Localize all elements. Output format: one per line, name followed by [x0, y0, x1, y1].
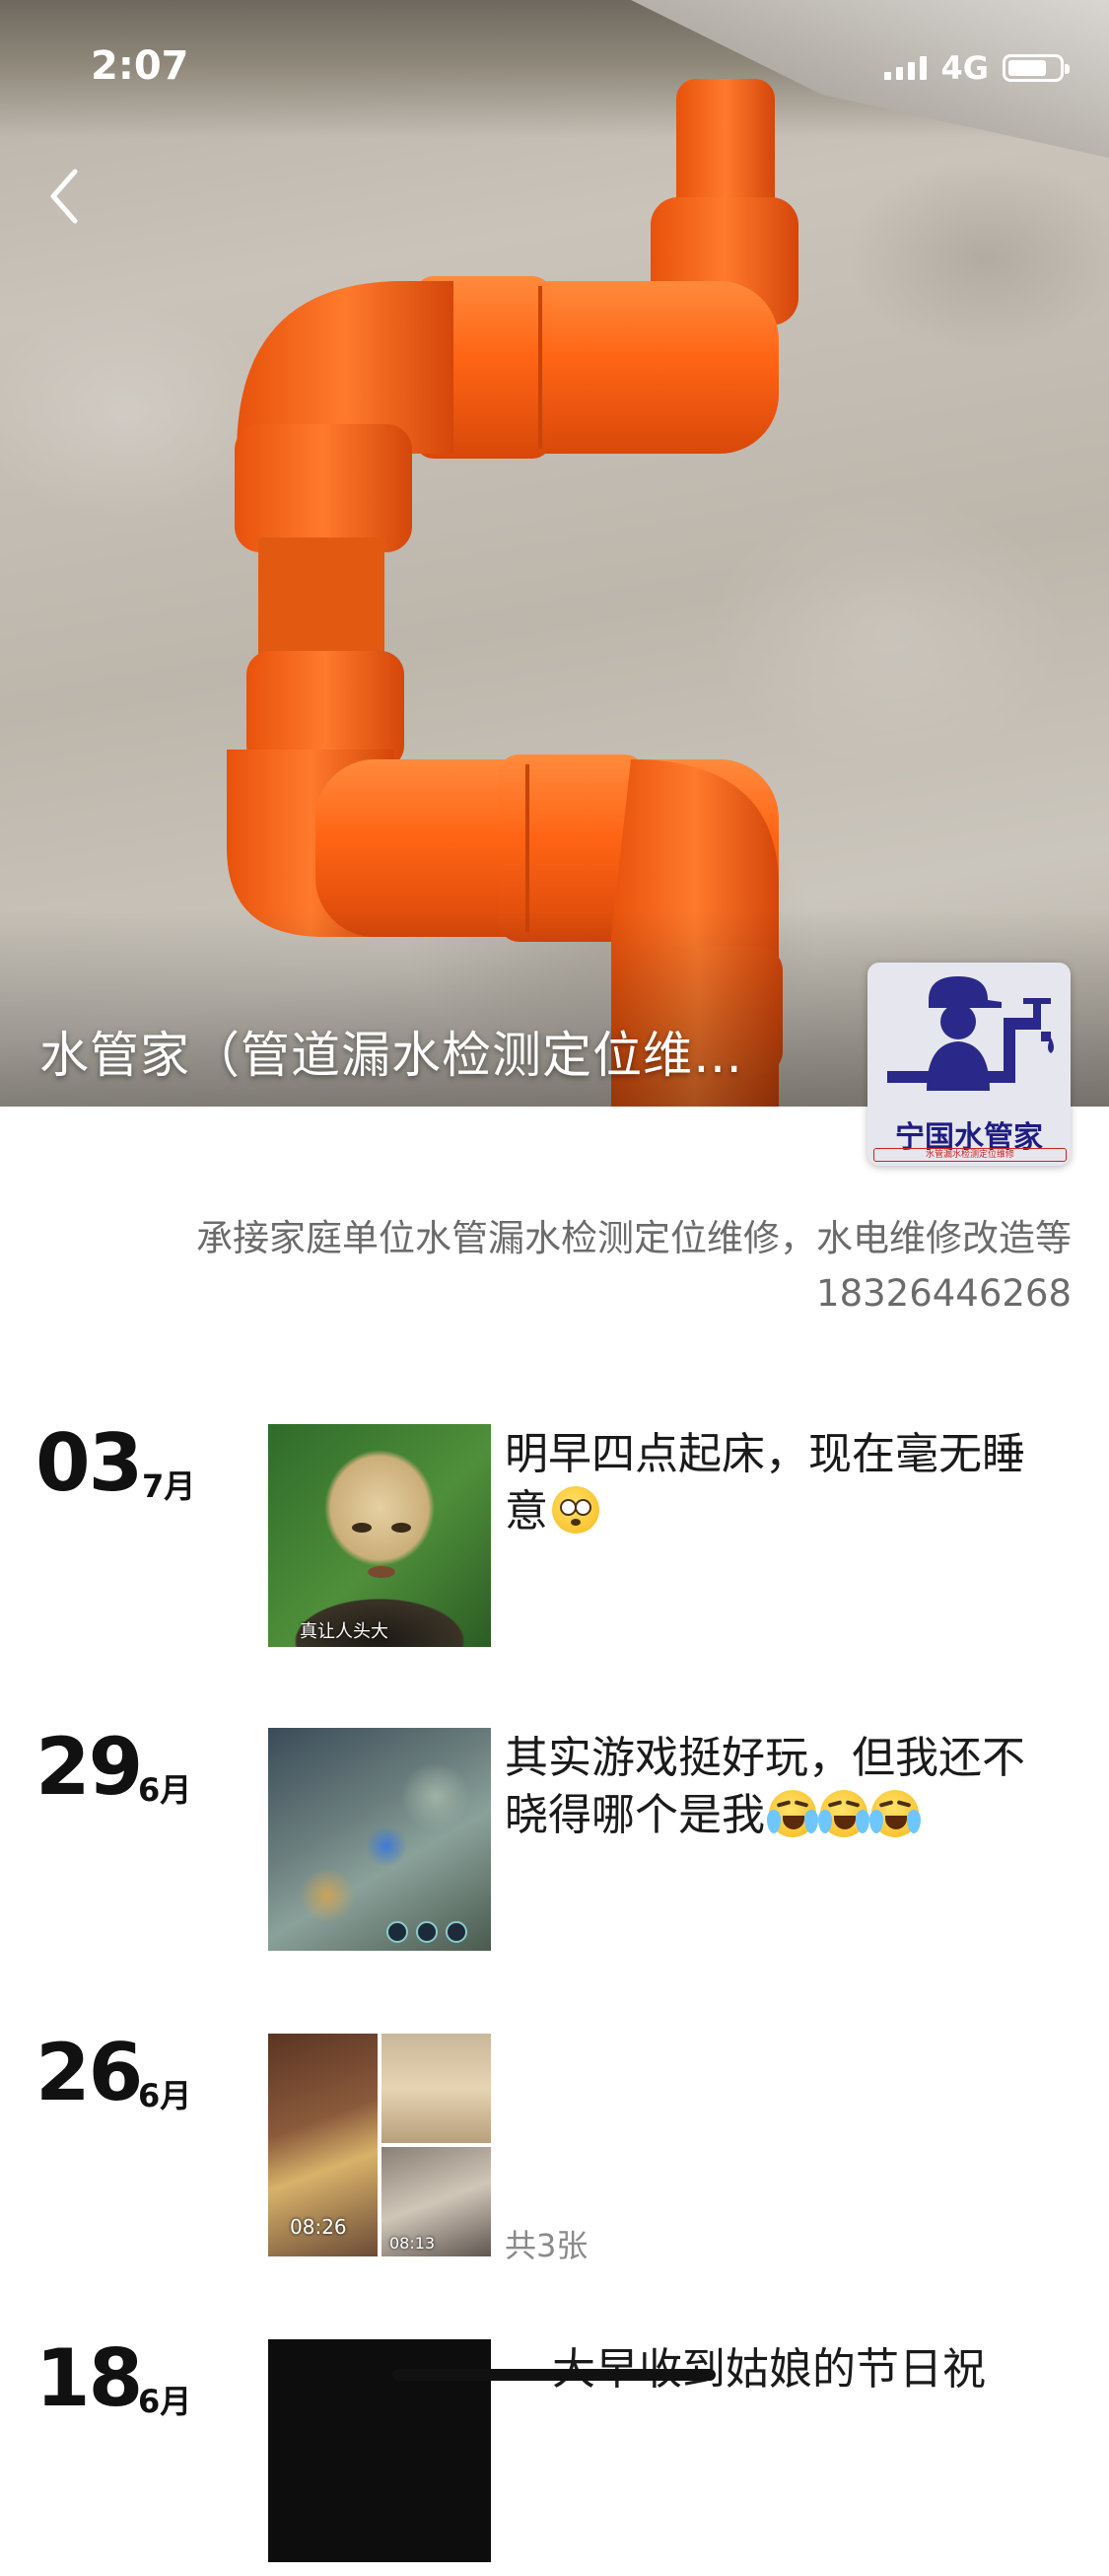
battery-icon [1003, 54, 1070, 82]
cellular-signal-icon [884, 56, 928, 80]
grid-photo[interactable] [381, 2034, 491, 2143]
post-day: 26 [35, 2027, 143, 2118]
grid-photo[interactable]: 08:13 [381, 2147, 491, 2256]
game-hud [386, 1921, 485, 1943]
thumbnail-caption: 真让人头大 [300, 1621, 388, 1642]
moment-post[interactable]: 29 6月 其实游戏挺好玩，但我还不晓得哪个是我 [0, 1728, 1109, 1965]
post-day: 29 [35, 1721, 143, 1813]
network-type: 4G [940, 49, 989, 87]
plumber-logo-icon [887, 976, 1054, 1091]
post-month: 6月 [138, 1771, 192, 1809]
status-time: 2:07 [91, 43, 189, 89]
chevron-left-icon[interactable] [41, 162, 91, 231]
post-month: 7月 [142, 1467, 196, 1505]
post-day: 18 [35, 2332, 143, 2424]
post-thumbnail[interactable]: 真让人头大 [268, 1424, 491, 1647]
moment-post[interactable]: 26 6月 08:26 08:13 共3张 [0, 2034, 1109, 2270]
profile-title: 水管家（管道漏水检测定位维… [39, 1027, 743, 1084]
crying-laughing-emoji-icon [818, 1790, 869, 1837]
post-text-content: 其实游戏挺好玩，但我还不晓得哪个是我 [505, 1733, 1025, 1840]
profile-bio: 承接家庭单位水管漏水检测定位维修，水电维修改造等 18326446268 [27, 1211, 1072, 1322]
grid-photo[interactable]: 08:26 [268, 2034, 378, 2256]
crying-laughing-emoji-icon [767, 1790, 818, 1837]
bio-phone: 18326446268 [816, 1272, 1072, 1315]
flushed-emoji-icon [552, 1486, 599, 1534]
status-indicators: 4G [884, 49, 1070, 87]
post-text: 明早四点起床，现在毫无睡意 [505, 1426, 1057, 1540]
photo-count: 共3张 [505, 2227, 589, 2264]
crying-laughing-emoji-icon [869, 1790, 921, 1837]
bio-description: 承接家庭单位水管漏水检测定位维修，水电维修改造等 [196, 1217, 1072, 1259]
post-month: 6月 [138, 2077, 192, 2114]
post-thumbnail[interactable] [268, 1728, 491, 1951]
post-photo-grid[interactable]: 08:26 08:13 [268, 2034, 491, 2256]
avatar-tagline: 水管漏水检测定位维修 [873, 1148, 1067, 1162]
cover-image[interactable] [0, 0, 1109, 1107]
post-day: 03 [35, 1417, 143, 1509]
home-indicator[interactable] [392, 2369, 716, 2381]
face-sketch [352, 1523, 411, 1578]
moment-post[interactable]: 03 7月 真让人头大 明早四点起床，现在毫无睡意 [0, 1424, 1109, 1661]
post-text: 其实游戏挺好玩，但我还不晓得哪个是我 [505, 1730, 1057, 1844]
photo-timestamp: 08:13 [389, 2234, 436, 2253]
post-month: 6月 [138, 2383, 192, 2420]
avatar[interactable]: 宁国水管家 水管漏水检测定位维修 [867, 963, 1071, 1166]
photo-timestamp: 08:26 [290, 2215, 347, 2239]
